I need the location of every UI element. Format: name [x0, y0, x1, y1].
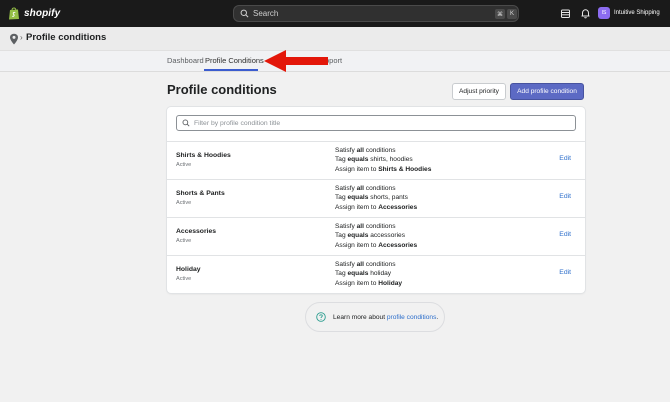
- location-pin-icon[interactable]: [9, 33, 19, 45]
- active-tab-indicator: [204, 69, 258, 71]
- add-profile-condition-button[interactable]: Add profile condition: [510, 83, 584, 100]
- edit-link[interactable]: Edit: [559, 231, 571, 238]
- condition-rules: Satisfy all conditions Tag equals access…: [335, 223, 418, 249]
- condition-row: Shirts & Hoodies Active Satisfy all cond…: [167, 141, 585, 179]
- tab-dashboard[interactable]: Dashboard: [167, 56, 204, 65]
- page-title: Profile conditions: [167, 82, 277, 97]
- brand-text: shopify: [24, 7, 61, 19]
- condition-status: Active: [176, 238, 192, 244]
- adjust-priority-button[interactable]: Adjust priority: [452, 83, 506, 100]
- red-annotation-arrow: [264, 50, 328, 72]
- learn-more-text: Learn more about profile conditions.: [333, 313, 439, 321]
- condition-name: Holiday: [176, 266, 201, 273]
- condition-name: Accessories: [176, 228, 217, 235]
- search-placeholder: Search: [253, 9, 279, 18]
- shopify-logo[interactable]: shopify: [8, 6, 60, 20]
- tab-bar: Dashboard Profile Conditions pport: [0, 51, 670, 72]
- edit-link[interactable]: Edit: [559, 155, 571, 162]
- condition-status: Active: [176, 200, 192, 206]
- condition-rules: Satisfy all conditions Tag equals shirts…: [335, 147, 432, 173]
- app-page-title: Profile conditions: [26, 32, 107, 43]
- condition-row: Shorts & Pants Active Satisfy all condit…: [167, 179, 585, 217]
- condition-name: Shorts & Pants: [176, 190, 225, 197]
- search-icon: [240, 9, 249, 18]
- shortcut-key-k: K: [507, 9, 517, 19]
- store-name: Intuitive Shipping: [614, 10, 660, 16]
- condition-rules: Satisfy all conditions Tag equals holida…: [335, 261, 403, 287]
- edit-link[interactable]: Edit: [559, 269, 571, 276]
- shortcut-key-cmd: ⌘: [495, 9, 505, 19]
- condition-status: Active: [176, 162, 192, 168]
- breadcrumb-separator: ›: [20, 33, 23, 42]
- shop-icon[interactable]: [560, 8, 571, 19]
- help-circle-icon: [316, 312, 326, 322]
- conditions-card: Shirts & Hoodies Active Satisfy all cond…: [167, 107, 585, 293]
- shopify-bag-icon: [9, 7, 19, 20]
- learn-more-banner: Learn more about profile conditions.: [305, 302, 445, 332]
- store-avatar: IS: [598, 7, 610, 19]
- top-bar: shopify Search ⌘ K IS Intuitive Shipping: [0, 0, 670, 27]
- tab-profile-conditions[interactable]: Profile Conditions: [205, 56, 264, 65]
- condition-name: Shirts & Hoodies: [176, 152, 231, 159]
- condition-row: Accessories Active Satisfy all condition…: [167, 217, 585, 255]
- profile-conditions-link[interactable]: profile conditions: [387, 314, 436, 321]
- edit-link[interactable]: Edit: [559, 193, 571, 200]
- bell-icon[interactable]: [580, 8, 591, 19]
- store-switcher[interactable]: IS Intuitive Shipping: [598, 7, 660, 19]
- condition-rules: Satisfy all conditions Tag equals shorts…: [335, 185, 418, 211]
- search-icon: [182, 119, 190, 127]
- condition-status: Active: [176, 276, 192, 282]
- search-bar[interactable]: Search ⌘ K: [233, 5, 519, 22]
- filter-field[interactable]: [176, 115, 576, 131]
- condition-row: Holiday Active Satisfy all conditions Ta…: [167, 255, 585, 293]
- filter-input[interactable]: [194, 119, 564, 127]
